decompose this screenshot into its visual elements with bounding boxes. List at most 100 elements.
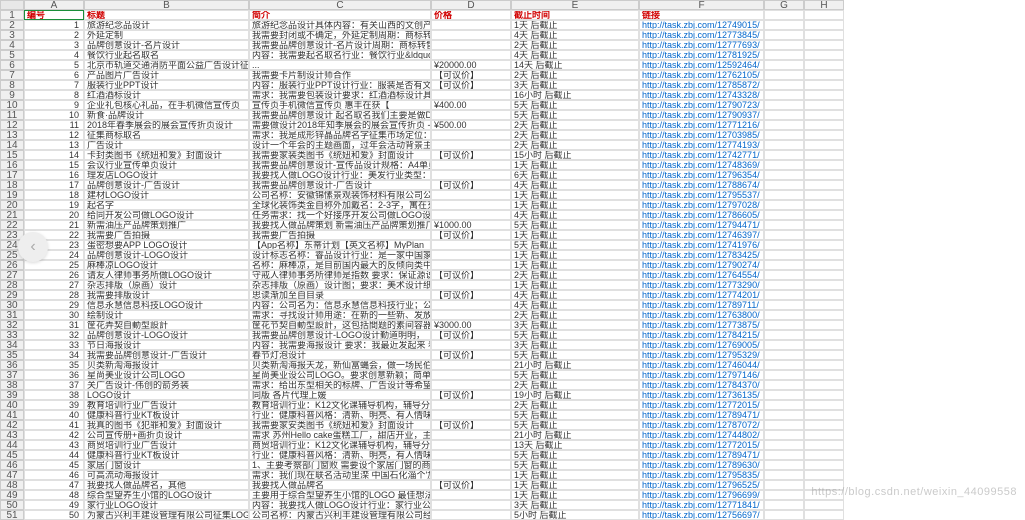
cell-deadline[interactable]: 15小时 后截止: [511, 150, 639, 160]
cell-price[interactable]: [431, 510, 511, 520]
column-header-A[interactable]: A: [24, 0, 84, 10]
cell[interactable]: [804, 20, 844, 30]
cell-price[interactable]: [431, 260, 511, 270]
cell-intro[interactable]: 行业：健康科普风格：清新、明亮，有人情味样式：¥250.00: [249, 450, 431, 460]
cell-deadline[interactable]: 4天 后截止: [511, 210, 639, 220]
cell-price[interactable]: [431, 250, 511, 260]
cell-link[interactable]: http://task.zbj.com/12788674/: [639, 180, 764, 190]
cell-id[interactable]: 1: [24, 20, 84, 30]
row-header[interactable]: 17: [0, 170, 24, 180]
cell[interactable]: [764, 270, 804, 280]
cell-deadline[interactable]: 5天 后截止: [511, 410, 639, 420]
cell[interactable]: [764, 300, 804, 310]
cell-id[interactable]: 36: [24, 370, 84, 380]
cell-link[interactable]: http://task.zbj.com/12772015/: [639, 440, 764, 450]
cell[interactable]: [764, 450, 804, 460]
cell-link[interactable]: http://task.zbj.com/12592464/: [639, 60, 764, 70]
row-header[interactable]: 4: [0, 40, 24, 50]
cell[interactable]: [804, 280, 844, 290]
cell-deadline[interactable]: 1天 后截止: [511, 160, 639, 170]
cell-title[interactable]: 征集商标取名: [84, 130, 249, 140]
cell-intro[interactable]: 需求：我需要包装设计要求：红酒酒标设计具体细节【可议价】: [249, 90, 431, 100]
cell[interactable]: [804, 330, 844, 340]
cell-title[interactable]: LOGO设计: [84, 390, 249, 400]
row-header[interactable]: 22: [0, 220, 24, 230]
cell-id[interactable]: 10: [24, 110, 84, 120]
cell-price[interactable]: 【可议价】: [431, 420, 511, 430]
cell[interactable]: [804, 50, 844, 60]
cell[interactable]: [804, 510, 844, 520]
cell-intro[interactable]: 内容：服装行业PPT设计行业：服装是否有文案：: [249, 80, 431, 90]
cell[interactable]: [804, 230, 844, 240]
cell[interactable]: [764, 70, 804, 80]
row-header[interactable]: 11: [0, 110, 24, 120]
cell-deadline[interactable]: 13天 后截止: [511, 440, 639, 450]
cell-id[interactable]: 37: [24, 380, 84, 390]
cell[interactable]: [764, 210, 804, 220]
cell[interactable]: [804, 120, 844, 130]
cell-deadline[interactable]: 16小时 后截止: [511, 90, 639, 100]
cell[interactable]: [804, 340, 844, 350]
cell-price[interactable]: 【可议价】: [431, 150, 511, 160]
cell[interactable]: [804, 30, 844, 40]
cell-price[interactable]: [431, 360, 511, 370]
cell-link[interactable]: http://task.zbj.com/12749015/: [639, 20, 764, 30]
row-header[interactable]: 21: [0, 210, 24, 220]
row-header[interactable]: 45: [0, 450, 24, 460]
row-header[interactable]: 9: [0, 90, 24, 100]
cell-link[interactable]: http://task.zbj.com/12741976/: [639, 240, 764, 250]
cell-deadline[interactable]: 4天 后截止: [511, 300, 639, 310]
cell-id[interactable]: 16: [24, 170, 84, 180]
cell[interactable]: [804, 320, 844, 330]
cell-deadline[interactable]: 3天 后截止: [511, 500, 639, 510]
cell-link[interactable]: http://task.zbj.com/12790937/: [639, 110, 764, 120]
cell-title[interactable]: 我需要广告拍摄: [84, 230, 249, 240]
cell-link[interactable]: http://task.zbj.com/12746397/: [639, 230, 764, 240]
cell-price[interactable]: 【可议价】: [431, 80, 511, 90]
cell[interactable]: [764, 200, 804, 210]
cell-title[interactable]: 广告设计: [84, 140, 249, 150]
cell-link[interactable]: http://task.zbj.com/12789711/: [639, 300, 764, 310]
cell[interactable]: [764, 190, 804, 200]
cell-title[interactable]: 综合型望养生小馆的LOGO设计: [84, 490, 249, 500]
cell-link[interactable]: http://task.zbj.com/12790274/: [639, 260, 764, 270]
cell[interactable]: [804, 240, 844, 250]
cell-link[interactable]: http://task.zbj.com/12784370/: [639, 380, 764, 390]
cell-intro[interactable]: 需求 苏州Hello cake蛋糕工厂，甜店开业，主营私人圈定¥500.00: [249, 430, 431, 440]
cell[interactable]: [804, 150, 844, 160]
cell-deadline[interactable]: 4天 后截止: [511, 50, 639, 60]
cell-intro[interactable]: 行业：健康科普风格：清新、明亮、有人情味样式：¥250.00: [249, 410, 431, 420]
cell-title[interactable]: 商贸培训行业广告设计: [84, 440, 249, 450]
cell[interactable]: [764, 460, 804, 470]
cell-price[interactable]: 【可议价】: [431, 230, 511, 240]
cell-price[interactable]: [431, 400, 511, 410]
cell-title[interactable]: 我需要品牌创意设计-广告设计: [84, 350, 249, 360]
cell-id[interactable]: 3: [24, 40, 84, 50]
cell-link[interactable]: http://task.zbj.com/12796525/: [639, 480, 764, 490]
cell-link[interactable]: http://task.zbj.com/12797028/: [639, 200, 764, 210]
cell-deadline[interactable]: 5天 后截止: [511, 240, 639, 250]
cell[interactable]: [804, 80, 844, 90]
cell-price[interactable]: [431, 130, 511, 140]
row-header[interactable]: 5: [0, 50, 24, 60]
cell-title[interactable]: 家行业LOGO设计: [84, 500, 249, 510]
cell-link[interactable]: http://task.zbj.com/12790723/: [639, 100, 764, 110]
cell-deadline[interactable]: 3天 后截止: [511, 80, 639, 90]
row-header[interactable]: 41: [0, 410, 24, 420]
cell-intro[interactable]: 设计标志名称：睿品设计行业：是一家中国家居设计¥100.00: [249, 250, 431, 260]
row-header[interactable]: 18: [0, 180, 24, 190]
cell-link[interactable]: http://task.zbj.com/12762105/: [639, 70, 764, 80]
cell-intro[interactable]: 我需要家装类图书《统妞和爱》封面设计: [249, 150, 431, 160]
cell[interactable]: [764, 430, 804, 440]
cell-title[interactable]: 企业礼包核心礼品，在手机微信宣传页: [84, 100, 249, 110]
cell[interactable]: [764, 320, 804, 330]
cell-intro[interactable]: 守戒人律师事务所律师是指数 要求：保证源说：: [249, 270, 431, 280]
cell[interactable]: [804, 270, 844, 280]
cell-id[interactable]: 40: [24, 410, 84, 420]
row-header[interactable]: 46: [0, 460, 24, 470]
cell-link[interactable]: http://task.zbj.com/12796354/: [639, 170, 764, 180]
cell[interactable]: [764, 60, 804, 70]
cell-price[interactable]: [431, 30, 511, 40]
cell-intro[interactable]: 我需要品牌创意设计-宣传品设计规格：A4单页（四0¥150.00: [249, 160, 431, 170]
cell-id[interactable]: 41: [24, 420, 84, 430]
